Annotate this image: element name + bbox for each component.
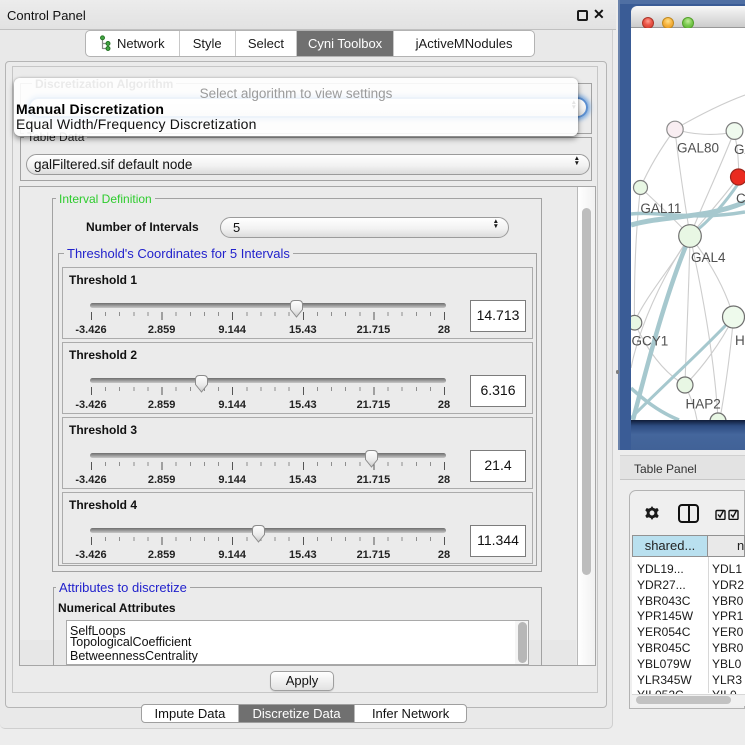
svg-text:GAL4: GAL4 (691, 250, 726, 265)
svg-text:H: H (735, 333, 745, 348)
svg-text:GCY1: GCY1 (632, 334, 669, 349)
svg-text:HAP2: HAP2 (686, 397, 721, 412)
svg-text:GAL80: GAL80 (677, 141, 719, 156)
svg-text:GAL11: GAL11 (640, 201, 681, 216)
svg-text:GA: GA (734, 142, 745, 157)
svg-text:C: C (736, 191, 745, 206)
